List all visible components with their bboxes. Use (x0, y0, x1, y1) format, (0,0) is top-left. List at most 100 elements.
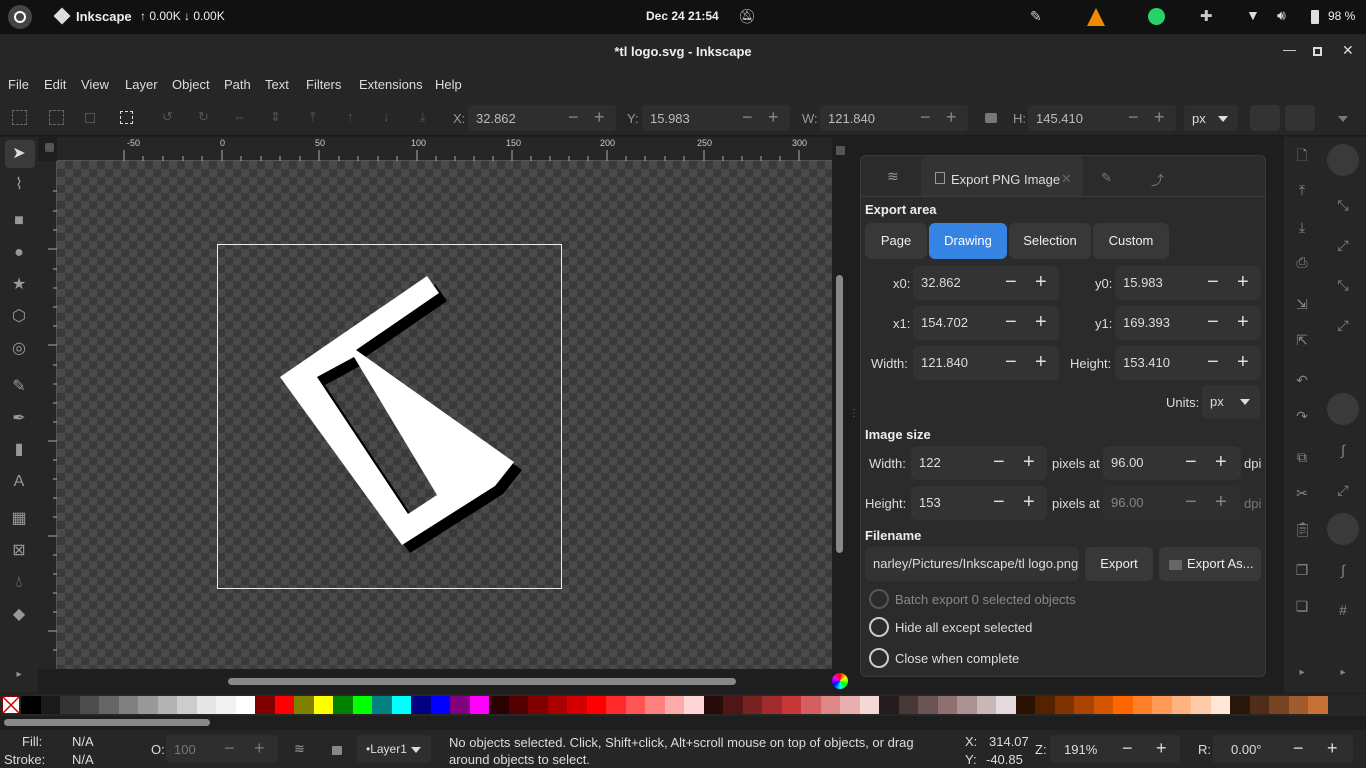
undo-icon[interactable]: ↶ (1294, 372, 1310, 388)
snap-nodes-icon[interactable] (1327, 393, 1359, 425)
color-swatch[interactable] (1152, 696, 1172, 714)
extensions-icon[interactable]: ✚ (1200, 7, 1213, 25)
area-page-button[interactable]: Page (865, 223, 927, 259)
activities-icon[interactable] (8, 5, 32, 29)
close-icon[interactable]: ✕ (1342, 42, 1354, 59)
color-swatch[interactable] (411, 696, 431, 714)
color-swatch[interactable] (723, 696, 743, 714)
x0-decrement-icon[interactable]: − (1005, 272, 1017, 292)
color-swatch[interactable] (216, 696, 236, 714)
x0-value[interactable]: 32.862 (921, 275, 961, 290)
opacity-increment-icon[interactable]: + (254, 738, 265, 759)
color-swatch[interactable] (138, 696, 158, 714)
tab-layers[interactable]: ≋ (861, 156, 921, 196)
color-swatch[interactable] (1035, 696, 1055, 714)
vlc-icon[interactable] (1087, 8, 1105, 26)
img-width-decrement-icon[interactable]: − (993, 452, 1005, 472)
width-increment-icon[interactable]: + (1035, 352, 1047, 372)
flip-vertical-icon[interactable]: ⇕ (270, 109, 281, 125)
path-effects-icon[interactable]: ⤴ (1151, 170, 1164, 189)
horizontal-scrollbar[interactable] (228, 678, 736, 685)
color-swatch[interactable] (762, 696, 782, 714)
color-swatch[interactable] (1054, 696, 1074, 714)
filename-value[interactable]: narley/Pictures/Inkscape/tl logo.png (873, 556, 1078, 571)
h-value[interactable]: 145.410 (1036, 111, 1083, 126)
color-swatch[interactable] (1191, 696, 1211, 714)
touch-select-icon[interactable] (120, 111, 133, 124)
menu-filters[interactable]: Filters (306, 77, 341, 92)
brush-icon[interactable]: ✎ (1101, 170, 1112, 186)
x1-field[interactable]: 154.702 − + (913, 306, 1059, 340)
stroke-value[interactable]: N/A (72, 752, 94, 767)
star-tool-icon[interactable]: ★ (9, 275, 29, 295)
text-tool-icon[interactable]: A (9, 472, 29, 492)
color-picker-icon[interactable]: ✎ (1030, 8, 1042, 25)
h-decrement-icon[interactable]: − (1128, 108, 1139, 126)
w-increment-icon[interactable]: + (946, 108, 957, 126)
spiral-tool-icon[interactable]: ◎ (9, 339, 29, 359)
duplicate-icon[interactable]: ❐ (1294, 562, 1310, 578)
lock-icon[interactable] (985, 113, 997, 123)
snap-bbox-icon[interactable]: ⤡ (1335, 197, 1351, 213)
filename-input[interactable]: narley/Pictures/Inkscape/tl logo.png (865, 547, 1079, 581)
y-decrement-icon[interactable]: − (742, 108, 753, 126)
x-spinbox[interactable]: 32.862 − + (468, 105, 616, 131)
export-file-icon[interactable]: ⇱ (1294, 332, 1310, 348)
y1-value[interactable]: 169.393 (1123, 315, 1170, 330)
snap-others-icon[interactable]: ∫ (1335, 562, 1351, 578)
app-name[interactable]: Inkscape (76, 9, 132, 24)
expand-snap-icon[interactable]: ▸ (1335, 665, 1351, 681)
color-swatch[interactable] (1074, 696, 1094, 714)
w-value[interactable]: 121.840 (828, 111, 875, 126)
canvas-corner-icon[interactable] (836, 146, 845, 155)
print-icon[interactable]: ⎙ (1294, 254, 1310, 270)
y1-decrement-icon[interactable]: − (1207, 312, 1219, 332)
export-as-button[interactable]: Export As... (1159, 547, 1261, 581)
height-decrement-icon[interactable]: − (1207, 352, 1219, 372)
color-swatch[interactable] (586, 696, 606, 714)
color-swatch[interactable] (1288, 696, 1308, 714)
area-drawing-button[interactable]: Drawing (929, 223, 1007, 259)
color-swatch[interactable] (1269, 696, 1289, 714)
img-width-increment-icon[interactable]: + (1023, 452, 1035, 472)
palette-scrollbar[interactable] (4, 719, 210, 726)
new-document-icon[interactable]: 🗋︎ (1294, 147, 1310, 163)
mesh-tool-icon[interactable]: ⊠ (9, 541, 29, 561)
rotate-ccw-icon[interactable]: − (1293, 738, 1304, 759)
y1-increment-icon[interactable]: + (1237, 312, 1249, 332)
menu-edit[interactable]: Edit (44, 77, 66, 92)
export-icon[interactable]: ⤓ (1294, 219, 1310, 235)
tl-logo-drawing[interactable] (57, 161, 832, 669)
pencil-tool-icon[interactable]: ✎ (9, 377, 29, 397)
tab-close-icon[interactable]: ✕ (1061, 171, 1072, 187)
color-swatch[interactable] (1171, 696, 1191, 714)
y1-field[interactable]: 169.393 − + (1115, 306, 1261, 340)
color-swatch[interactable] (274, 696, 294, 714)
cut-icon[interactable]: ✂ (1294, 485, 1310, 501)
expand-toolbox-icon[interactable]: ▸ (9, 665, 29, 685)
snap-intersections-icon[interactable]: ⤢ (1335, 482, 1351, 498)
area-width-field[interactable]: 121.840 − + (913, 346, 1059, 380)
vertical-scrollbar[interactable] (836, 275, 843, 553)
color-swatch[interactable] (528, 696, 548, 714)
color-swatch[interactable] (177, 696, 197, 714)
color-swatch[interactable] (1230, 696, 1250, 714)
menu-extensions[interactable]: Extensions (359, 77, 423, 92)
color-swatch[interactable] (450, 696, 470, 714)
maximize-icon[interactable] (1313, 47, 1322, 56)
color-swatch[interactable] (781, 696, 801, 714)
color-swatch[interactable] (372, 696, 392, 714)
color-swatch[interactable] (157, 696, 177, 714)
x1-increment-icon[interactable]: + (1035, 312, 1047, 332)
x0-increment-icon[interactable]: + (1035, 272, 1047, 292)
tab-export-png[interactable]: Export PNG Image ✕ (921, 156, 1083, 196)
export-button[interactable]: Export (1085, 547, 1153, 581)
x-value[interactable]: 32.862 (476, 111, 516, 126)
fill-value[interactable]: N/A (72, 734, 94, 749)
snap-paths-icon[interactable]: ∫ (1335, 442, 1351, 458)
color-swatch[interactable] (99, 696, 119, 714)
image-width-field[interactable]: 122 − + (911, 446, 1047, 480)
color-swatch[interactable] (1210, 696, 1230, 714)
image-height-field[interactable]: 153 − + (911, 486, 1047, 520)
no-paint-swatch[interactable] (2, 696, 20, 714)
